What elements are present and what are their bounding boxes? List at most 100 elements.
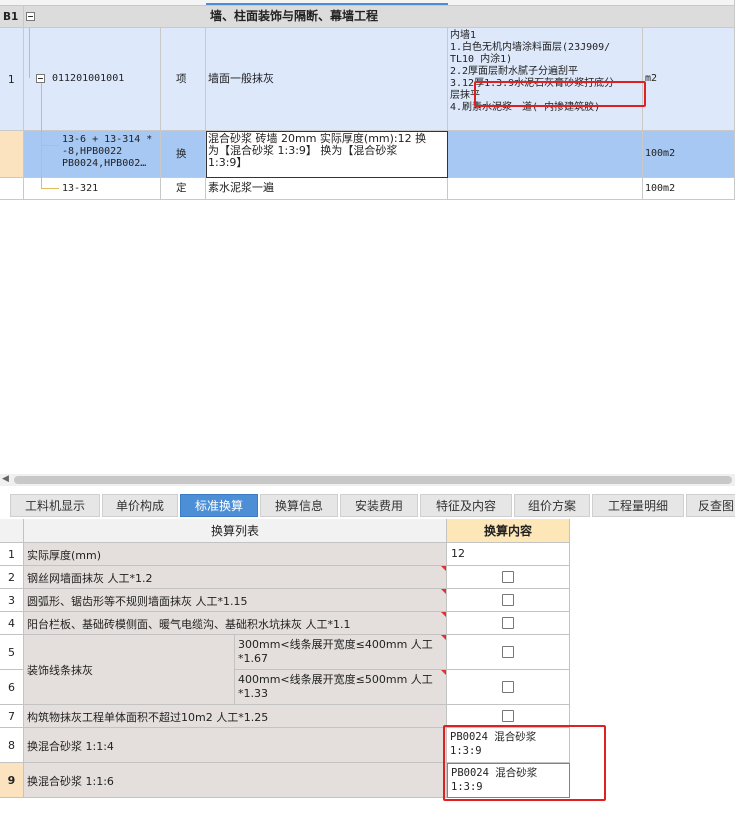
item-name: 墙面一般抹灰 (208, 72, 274, 85)
conversion-label: 换混合砂浆 1:1:4 (24, 728, 447, 763)
row-index: 1 (8, 74, 15, 86)
quota-type-cell[interactable]: 换 (161, 131, 206, 178)
quota-unit: 100m2 (645, 183, 676, 194)
standard-conversion-grid: 换算列表 换算内容 1 实际厚度(mm) 12 2 钢丝网墙面抹灰 人工*1.2… (0, 519, 735, 817)
row-number: 8 (0, 728, 24, 763)
quota-unit-cell[interactable]: 100m2 (643, 131, 735, 178)
quota-feature-cell[interactable] (448, 178, 643, 200)
item-unit-cell[interactable]: m2 (643, 28, 735, 131)
tab-labor-material[interactable]: 工料机显示 (10, 494, 100, 517)
detail-tab-bar: 工料机显示 单价构成 标准换算 换算信息 安装费用 特征及内容 组价方案 工程量… (0, 491, 735, 518)
conversion-label: 换混合砂浆 1:1:6 (24, 763, 447, 798)
label-text: 300mm<线条展开宽度≤400mm 人工 *1.67 (238, 638, 433, 665)
item-name-cell[interactable]: 墙面一般抹灰 (206, 28, 448, 131)
quota-unit: 100m2 (645, 148, 676, 159)
thickness-input[interactable]: 12 (447, 543, 570, 566)
conversion-checkbox-cell[interactable] (447, 670, 570, 705)
label-text: 400mm<线条展开宽度≤500mm 人工 *1.33 (238, 673, 433, 700)
section-code: B1 (3, 11, 19, 23)
checkbox[interactable] (502, 710, 514, 722)
active-column-marker (206, 3, 448, 5)
horizontal-scrollbar[interactable]: ◀ (0, 474, 735, 486)
corner-cell (0, 519, 24, 543)
note-flag-icon (441, 670, 446, 675)
row-number: 7 (0, 705, 24, 728)
tree-line (41, 145, 59, 146)
checkbox[interactable] (502, 594, 514, 606)
item-feature-cell[interactable]: 内墙1 1.白色无机内墙涂料面层(23J909/ TL10 内涂1) 2.2厚面… (448, 28, 643, 131)
item-code: 011201001001 (52, 73, 125, 84)
quota-code: 13-6 + 13-314 * -8,HPB0022 PB0024,HPB002… (62, 134, 153, 169)
conversion-label: 实际厚度(mm) (24, 543, 447, 566)
collapse-icon[interactable] (36, 74, 45, 83)
quota-type: 换 (176, 148, 187, 160)
label-text: 钢丝网墙面抹灰 人工*1.2 (27, 572, 153, 585)
item-type-cell[interactable]: 项 (161, 28, 206, 131)
col-header-list: 换算列表 (24, 519, 447, 543)
conversion-checkbox-cell[interactable] (447, 589, 570, 612)
col-header-content: 换算内容 (447, 519, 570, 543)
tab-reverse-lookup[interactable]: 反查图 (686, 494, 735, 517)
item-unit: m2 (645, 73, 658, 84)
tab-unit-price[interactable]: 单价构成 (102, 494, 178, 517)
tab-features[interactable]: 特征及内容 (420, 494, 512, 517)
tab-install-cost[interactable]: 安装费用 (340, 494, 418, 517)
row-number: 4 (0, 612, 24, 635)
checkbox[interactable] (502, 617, 514, 629)
row-number: 5 (0, 635, 24, 670)
checkbox[interactable] (502, 681, 514, 693)
row-index-cell[interactable] (0, 178, 24, 200)
annotation-highlight-box (443, 725, 606, 801)
note-flag-icon (441, 589, 446, 594)
quota-name: 混合砂浆 砖墙 20mm 实际厚度(mm):12 换 为【混合砂浆 1:3:9】… (208, 132, 427, 169)
item-code-cell[interactable]: 011201001001 (24, 28, 161, 131)
quota-name-cell[interactable]: 混合砂浆 砖墙 20mm 实际厚度(mm):12 换 为【混合砂浆 1:3:9】… (206, 131, 448, 178)
section-code-cell[interactable]: B1 (0, 6, 24, 28)
tree-line (41, 83, 42, 188)
collapse-icon[interactable] (26, 12, 35, 21)
item-type: 项 (176, 73, 187, 85)
row-number: 3 (0, 589, 24, 612)
row-number: 1 (0, 543, 24, 566)
checkbox[interactable] (502, 646, 514, 658)
row-number: 9 (0, 763, 24, 798)
quota-type-cell[interactable]: 定 (161, 178, 206, 200)
conversion-label: 圆弧形、锯齿形等不规则墙面抹灰 人工*1.15 (24, 589, 447, 612)
row-number: 2 (0, 566, 24, 589)
annotation-highlight-box (474, 81, 646, 107)
scroll-left-arrow-icon[interactable]: ◀ (2, 474, 9, 484)
note-flag-icon (441, 612, 446, 617)
tree-line (41, 188, 59, 189)
quota-code-cell[interactable]: 13-6 + 13-314 * -8,HPB0022 PB0024,HPB002… (24, 131, 161, 178)
conversion-checkbox-cell[interactable] (447, 635, 570, 670)
note-flag-icon (441, 566, 446, 571)
quota-feature-cell[interactable] (448, 131, 643, 178)
quota-name-cell[interactable]: 素水泥浆一遍 (206, 178, 448, 200)
note-flag-icon (441, 635, 446, 640)
checkbox[interactable] (502, 571, 514, 583)
quota-code: 13-321 (62, 183, 99, 194)
bill-items-grid: B1 墙、柱面装饰与隔断、幕墙工程 1 011201001001 项 墙面一般抹… (0, 0, 735, 470)
tab-quantity-detail[interactable]: 工程量明细 (592, 494, 684, 517)
row-index-cell[interactable]: 1 (0, 28, 24, 131)
section-title-cell[interactable]: 墙、柱面装饰与隔断、幕墙工程 (24, 6, 735, 28)
conversion-label: 钢丝网墙面抹灰 人工*1.2 (24, 566, 447, 589)
tab-standard-conversion[interactable]: 标准换算 (180, 494, 258, 517)
tab-conversion-info[interactable]: 换算信息 (260, 494, 338, 517)
label-text: 构筑物抹灰工程单体面积不超过10m2 人工*1.25 (27, 711, 269, 724)
quota-unit-cell[interactable]: 100m2 (643, 178, 735, 200)
conversion-checkbox-cell[interactable] (447, 566, 570, 589)
quota-name: 素水泥浆一遍 (208, 181, 274, 194)
row-number: 6 (0, 670, 24, 705)
quota-type: 定 (176, 182, 187, 194)
tree-line (29, 28, 30, 78)
conversion-label: 300mm<线条展开宽度≤400mm 人工 *1.67 (235, 635, 447, 670)
section-title: 墙、柱面装饰与隔断、幕墙工程 (210, 9, 379, 23)
tab-pricing-scheme[interactable]: 组价方案 (514, 494, 590, 517)
conversion-label: 阳台栏板、基础砖模侧面、暖气电缆沟、基础积水坑抹灰 人工*1.1 (24, 612, 447, 635)
row-index-cell[interactable] (0, 131, 24, 178)
quota-code-cell[interactable]: 13-321 (24, 178, 161, 200)
conversion-label: 400mm<线条展开宽度≤500mm 人工 *1.33 (235, 670, 447, 705)
scrollbar-thumb[interactable] (14, 476, 732, 484)
conversion-checkbox-cell[interactable] (447, 612, 570, 635)
